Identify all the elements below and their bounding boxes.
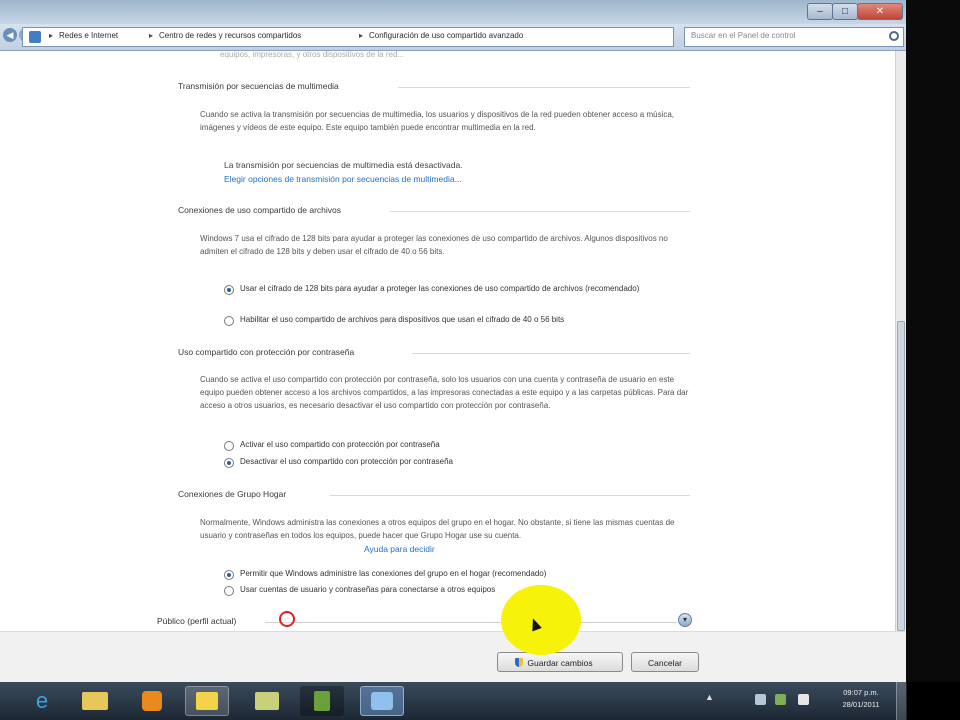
breadcrumb-centro-redes[interactable]: Centro de redes y recursos compartidos — [159, 31, 301, 40]
profile-divider — [265, 622, 677, 623]
section-title-homegroup: Conexiones de Grupo Hogar — [178, 489, 287, 499]
radio-label-user-accounts[interactable]: Usar cuentas de usuario y contraseñas pa… — [240, 585, 495, 594]
scrollbar-thumb[interactable] — [897, 321, 905, 631]
media-player-icon[interactable] — [130, 686, 174, 716]
tray-volume-icon[interactable] — [798, 694, 809, 705]
radio-40-56bit-encryption[interactable] — [224, 316, 234, 326]
radio-windows-manage-homegroup[interactable] — [224, 570, 234, 580]
search-icon[interactable] — [889, 31, 899, 41]
breadcrumb-redes-internet[interactable]: Redes e Internet — [59, 31, 118, 40]
clock-time: 09:07 p.m. — [843, 688, 879, 697]
uac-shield-icon — [515, 658, 523, 667]
cursor-highlight — [501, 585, 581, 655]
taskbar: e ▲ 09:07 p.m. 28/01/2011 — [0, 682, 907, 720]
search-input[interactable]: Buscar en el Panel de control — [684, 27, 904, 47]
application-icon[interactable] — [300, 686, 344, 716]
section-text-multimedia: Cuando se activa la transmisión por secu… — [200, 110, 675, 132]
network-window-icon[interactable] — [360, 686, 404, 716]
section-text-password-sharing: Cuando se activa el uso compartido con p… — [200, 375, 689, 410]
section-title-multimedia: Transmisión por secuencias de multimedia — [178, 81, 339, 91]
cut-off-text: equipos, impresoras, y otros dispositivo… — [220, 50, 405, 59]
close-button[interactable]: ✕ — [857, 3, 903, 20]
expand-chevron-icon[interactable]: ▾ — [678, 613, 692, 627]
internet-explorer-icon[interactable]: e — [20, 686, 64, 716]
section-divider — [390, 211, 690, 212]
section-text-file-sharing: Windows 7 usa el cifrado de 128 bits par… — [200, 234, 668, 256]
button-bar: Guardar cambios Cancelar — [0, 631, 906, 682]
section-divider — [398, 87, 690, 88]
clock-date: 28/01/2011 — [842, 700, 880, 709]
section-title-password-sharing: Uso compartido con protección por contra… — [178, 347, 355, 357]
radio-label-40-56bit[interactable]: Habilitar el uso compartido de archivos … — [240, 315, 564, 324]
minimize-button[interactable]: – — [807, 3, 833, 20]
search-placeholder: Buscar en el Panel de control — [691, 31, 796, 40]
navigation-bar: ◀ ▶ ▸ Redes e Internet ▸ Centro de redes… — [0, 24, 906, 51]
help-decide-link[interactable]: Ayuda para decidir — [364, 544, 435, 554]
show-desktop-button[interactable] — [896, 682, 907, 720]
folder-icon[interactable] — [245, 686, 289, 716]
section-title-file-sharing: Conexiones de uso compartido de archivos — [178, 205, 342, 215]
settings-content: equipos, impresoras, y otros dispositivo… — [0, 50, 895, 631]
radio-label-enable-password[interactable]: Activar el uso compartido con protección… — [240, 440, 440, 449]
control-panel-icon[interactable] — [185, 686, 229, 716]
tray-network-icon[interactable] — [775, 694, 786, 705]
tray-expand-icon[interactable]: ▲ — [705, 692, 714, 702]
breadcrumb-separator[interactable]: ▸ — [359, 31, 363, 40]
vertical-scrollbar[interactable] — [895, 51, 906, 631]
desktop-edge — [906, 0, 960, 682]
radio-user-accounts-homegroup[interactable] — [224, 586, 234, 596]
system-clock[interactable]: 09:07 p.m. 28/01/2011 — [820, 687, 902, 711]
title-bar[interactable]: – □ ✕ — [0, 0, 906, 24]
breadcrumb-separator[interactable]: ▸ — [49, 31, 53, 40]
multimedia-options-link[interactable]: Elegir opciones de transmisión por secue… — [224, 174, 462, 184]
radio-disable-password-sharing[interactable] — [224, 458, 234, 468]
network-center-icon — [29, 31, 41, 43]
section-divider — [330, 495, 690, 496]
tray-flag-icon[interactable] — [755, 694, 766, 705]
explorer-folder-icon[interactable] — [74, 686, 118, 716]
click-indicator — [279, 611, 295, 627]
back-arrow-icon[interactable]: ◀ — [3, 28, 17, 42]
radio-label-disable-password[interactable]: Desactivar el uso compartido con protecc… — [240, 457, 453, 466]
radio-enable-password-sharing[interactable] — [224, 441, 234, 451]
maximize-button[interactable]: □ — [832, 3, 858, 20]
section-divider — [412, 353, 690, 354]
multimedia-status: La transmisión por secuencias de multime… — [224, 160, 463, 170]
radio-label-128bit[interactable]: Usar el cifrado de 128 bits para ayudar … — [240, 283, 670, 295]
radio-label-windows-manage[interactable]: Permitir que Windows administre las cone… — [240, 569, 546, 578]
cancel-button[interactable]: Cancelar — [631, 652, 699, 672]
section-text-homegroup: Normalmente, Windows administra las cone… — [200, 518, 675, 540]
profile-public-label[interactable]: Público (perfil actual) — [157, 616, 236, 626]
breadcrumb-configuracion-avanzada[interactable]: Configuración de uso compartido avanzado — [369, 31, 523, 40]
control-panel-window: – □ ✕ ◀ ▶ ▸ Redes e Internet ▸ Centro de… — [0, 0, 906, 682]
breadcrumb-separator[interactable]: ▸ — [149, 31, 153, 40]
radio-128bit-encryption[interactable] — [224, 285, 234, 295]
address-bar[interactable]: ▸ Redes e Internet ▸ Centro de redes y r… — [22, 27, 693, 47]
